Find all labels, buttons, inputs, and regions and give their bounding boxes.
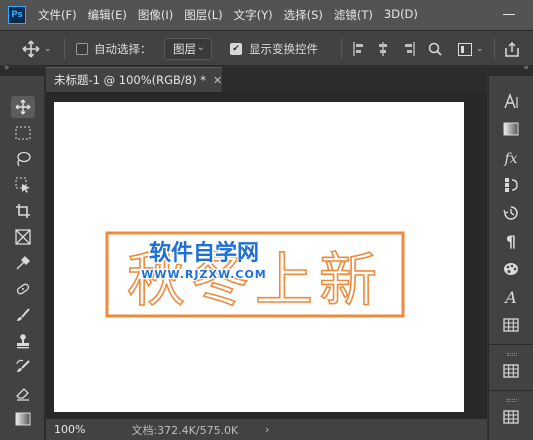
menu-3d[interactable]: 3D(D) — [384, 7, 418, 23]
workspace-switcher[interactable]: ⌄ — [458, 31, 484, 67]
canvas-artwork: 秋冬上新 软件自学网 WWW.RJZXW.COM — [105, 231, 405, 318]
properties-icon[interactable] — [499, 406, 523, 428]
align-buttons — [352, 31, 424, 67]
menu-bar: Ps 文件(F) 编辑(E) 图像(I) 图层(L) 文字(Y) 选择(S) 滤… — [0, 0, 533, 30]
lasso-tool-icon[interactable] — [11, 148, 35, 170]
search-button[interactable] — [428, 31, 442, 67]
chevron-down-icon: ⌄ — [476, 44, 484, 54]
swatches-icon[interactable] — [499, 258, 523, 280]
canvas-workspace[interactable]: 秋冬上新 软件自学网 WWW.RJZXW.COM — [46, 92, 487, 418]
zoom-level[interactable]: 100% — [54, 423, 85, 436]
stamp-tool-icon[interactable] — [11, 330, 35, 352]
menu-edit[interactable]: 编辑(E) — [88, 7, 127, 23]
photoshop-logo: Ps — [8, 6, 26, 24]
align-left-icon[interactable] — [353, 42, 363, 56]
chevron-down-icon: ⌄ — [196, 42, 205, 53]
share-icon — [505, 41, 519, 57]
align-right-icon[interactable] — [405, 42, 415, 56]
glyphs-icon[interactable]: A — [499, 286, 523, 308]
chevron-down-icon: ⌄ — [44, 44, 52, 54]
auto-select-checkbox[interactable] — [76, 43, 88, 55]
move-tool-icon[interactable] — [11, 96, 35, 118]
watermark-url: WWW.RJZXW.COM — [141, 268, 267, 281]
marquee-tool-icon[interactable] — [11, 122, 35, 144]
eraser-tool-icon[interactable] — [11, 382, 35, 404]
styles-fx-icon[interactable]: fx — [499, 148, 523, 170]
share-button[interactable] — [505, 31, 519, 67]
gradient-tool-icon[interactable] — [11, 408, 35, 430]
tools-panel — [0, 76, 45, 440]
document-tab-bar: 未标题-1 @ 100%(RGB/8) * ✕ — [46, 67, 487, 92]
crop-tool-icon[interactable] — [11, 200, 35, 222]
menu-image[interactable]: 图像(I) — [138, 7, 173, 23]
document-tab-title: 未标题-1 @ 100%(RGB/8) * — [54, 73, 207, 87]
toolbar-collapse-strip[interactable]: » — [0, 63, 45, 76]
document-size: 文档:372.4K/575.0K — [131, 423, 239, 437]
menu-select[interactable]: 选择(S) — [284, 7, 323, 23]
menu-layer[interactable]: 图层(L) — [184, 7, 222, 23]
status-bar: 100% 文档:372.4K/575.0K › — [46, 418, 487, 440]
minimize-button[interactable] — [503, 7, 515, 21]
auto-select-target-value: 图层 — [173, 42, 196, 56]
object-select-tool-icon[interactable] — [11, 174, 35, 196]
align-center-icon[interactable] — [379, 42, 387, 56]
table-icon[interactable] — [499, 314, 523, 336]
watermark-title: 软件自学网 — [149, 240, 259, 266]
frame-tool-icon[interactable] — [11, 226, 35, 248]
close-icon[interactable]: ✕ — [213, 74, 222, 87]
gradient-panel-icon[interactable] — [499, 118, 523, 140]
panels-dock: fx ¶ A — [488, 76, 533, 440]
history-brush-icon[interactable] — [11, 356, 35, 378]
auto-select-target-dropdown[interactable]: 图层 ⌄ — [164, 38, 212, 60]
channels-icon[interactable] — [499, 174, 523, 196]
brush-tool-icon[interactable] — [11, 304, 35, 326]
search-icon — [428, 42, 442, 56]
healing-tool-icon[interactable] — [11, 278, 35, 300]
document-canvas[interactable]: 秋冬上新 软件自学网 WWW.RJZXW.COM — [54, 102, 464, 412]
panel-collapse-strip[interactable]: « — [488, 63, 533, 76]
auto-select-label: 自动选择： — [94, 42, 152, 56]
menu-items: 文件(F) 编辑(E) 图像(I) 图层(L) 文字(Y) 选择(S) 滤镜(T… — [38, 7, 429, 23]
move-tool-preset[interactable]: ⌄ — [22, 31, 52, 67]
paragraph-icon[interactable]: ¶ — [499, 230, 523, 252]
history-icon[interactable] — [499, 202, 523, 224]
menu-type[interactable]: 文字(Y) — [234, 7, 273, 23]
show-transform-checkbox[interactable] — [230, 43, 242, 55]
eyedropper-tool-icon[interactable] — [11, 252, 35, 274]
menu-filter[interactable]: 滤镜(T) — [334, 7, 373, 23]
show-transform-label: 显示变换控件 — [249, 42, 318, 56]
move-icon — [22, 40, 40, 58]
chevron-right-icon[interactable]: › — [265, 423, 269, 436]
workspace-icon — [458, 42, 472, 56]
menu-file[interactable]: 文件(F) — [38, 7, 77, 23]
libraries-icon[interactable] — [499, 360, 523, 382]
document-tab[interactable]: 未标题-1 @ 100%(RGB/8) * ✕ — [46, 67, 222, 92]
options-bar: ⌄ 自动选择： 图层 ⌄ 显示变换控件 ⌄ — [0, 30, 533, 66]
character-icon[interactable] — [499, 90, 523, 112]
